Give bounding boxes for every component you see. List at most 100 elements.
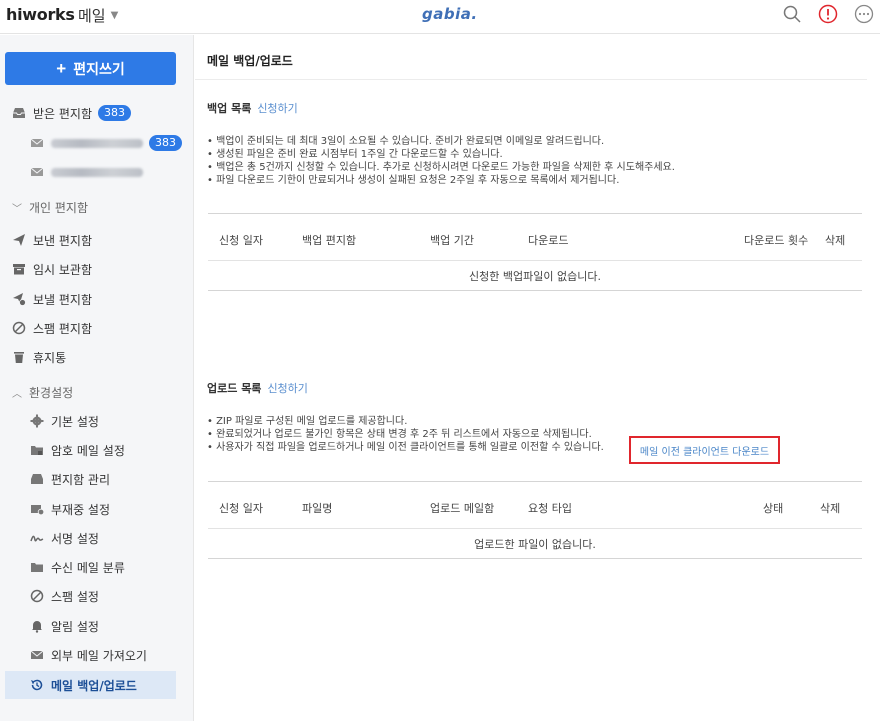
sidebar-item-import-external[interactable]: 외부 메일 가져오기 [0, 641, 190, 669]
settings-label: 수신 메일 분류 [51, 560, 125, 575]
backup-empty-message: 신청한 백업파일이 없습니다. [208, 261, 862, 291]
section-label: 개인 편지함 [29, 200, 89, 215]
mail-app-label: 메일 [78, 7, 106, 25]
sidebar: + 편지쓰기 받은 편지함 383 383 ﹀ 개인 편지함 보낸 편지함 임시… [0, 35, 194, 721]
brand-logo[interactable]: hiworks [6, 5, 75, 24]
backup-request-link[interactable]: 신청하기 [257, 102, 297, 115]
section-personal-mailboxes[interactable]: ﹀ 개인 편지함 [0, 193, 190, 221]
upload-list-heading: 업로드 목록 신청하기 [207, 380, 308, 396]
sidebar-item-basic-settings[interactable]: 기본 설정 [0, 407, 190, 435]
caret-down-icon: ▼ [110, 10, 119, 21]
block-icon [12, 321, 26, 335]
sidebar-item-signature[interactable]: 서명 설정 [0, 524, 190, 552]
more-icon[interactable] [854, 4, 874, 24]
settings-label: 외부 메일 가져오기 [51, 648, 147, 663]
column-header[interactable]: 요청 타입 [528, 500, 572, 516]
top-bar: hiworks 메일 ▼ gabia. [0, 0, 880, 34]
alert-icon[interactable] [818, 4, 838, 24]
inbox-label: 받은 편지함 [33, 106, 93, 121]
backup-notes: 백업이 준비되는 데 최대 3일이 소요될 수 있습니다. 준비가 완료되면 이… [207, 135, 675, 187]
page-title: 메일 백업/업로드 [207, 54, 293, 68]
settings-label: 암호 메일 설정 [51, 443, 125, 458]
backup-note: 생성된 파일은 준비 완료 시점부터 1주일 간 다운로드할 수 있습니다. [207, 148, 675, 161]
main-content: 메일 백업/업로드 백업 목록신청하기 백업이 준비되는 데 최대 3일이 소요… [195, 35, 880, 721]
mailbox-icon [31, 474, 43, 484]
backup-note: 백업이 준비되는 데 최대 3일이 소요될 수 있습니다. 준비가 완료되면 이… [207, 135, 675, 148]
column-header[interactable]: 백업 편지함 [302, 232, 356, 248]
upload-heading-label: 업로드 목록 [207, 382, 262, 395]
upload-note: 사용자가 직접 파일을 업로드하거나 메일 이전 클라이언트를 통해 일괄로 이… [207, 441, 604, 454]
bell-icon [32, 621, 42, 633]
sidebar-item-spam[interactable]: 스팸 편지함 [0, 314, 190, 342]
sidebar-item-backup-upload[interactable]: 메일 백업/업로드 [5, 671, 176, 699]
column-header[interactable]: 상태 [763, 500, 783, 516]
plus-icon: + [56, 58, 67, 78]
sidebar-item-account-2[interactable] [0, 158, 190, 186]
envelope-icon [30, 167, 44, 176]
sidebar-item-away-settings[interactable]: 부재중 설정 [0, 495, 190, 523]
upload-note: ZIP 파일로 구성된 메일 업로드를 제공합니다. [207, 415, 604, 428]
sidebar-item-account-1[interactable]: 383 [0, 129, 190, 157]
upload-table: 신청 일자 파일명 업로드 메일함 요청 타입 상태 삭제 업로드한 파일이 없… [208, 481, 862, 559]
column-header[interactable]: 삭제 [825, 232, 845, 248]
inbox-icon [13, 108, 25, 118]
gabia-logo: gabia. [422, 5, 478, 23]
sidebar-item-drafts[interactable]: 임시 보관함 [0, 255, 190, 283]
history-icon [31, 679, 43, 691]
backup-list-heading: 백업 목록 신청하기 [207, 100, 298, 116]
column-header[interactable]: 백업 기간 [430, 232, 474, 248]
sidebar-item-trash[interactable]: 휴지통 [0, 343, 190, 371]
upload-note: 완료되었거나 업로드 불가인 항목은 상태 변경 후 2주 뒤 리스트에서 자동… [207, 428, 604, 441]
block-icon [30, 589, 44, 603]
folder-label: 보낸 편지함 [33, 233, 93, 248]
sidebar-item-inbox[interactable]: 받은 편지함 383 [0, 99, 190, 127]
folder-label: 보낼 편지함 [33, 292, 93, 307]
upload-request-link[interactable]: 신청하기 [267, 382, 307, 395]
backup-table-header: 신청 일자 백업 편지함 백업 기간 다운로드 다운로드 횟수 삭제 [208, 213, 862, 261]
sidebar-item-spam-settings[interactable]: 스팸 설정 [0, 582, 190, 610]
backup-heading-label: 백업 목록 [207, 102, 252, 115]
sidebar-item-mailbox-management[interactable]: 편지함 관리 [0, 465, 190, 493]
scheduled-send-icon [13, 293, 26, 306]
compose-button[interactable]: + 편지쓰기 [5, 52, 176, 85]
folder-label: 스팸 편지함 [33, 321, 93, 336]
column-header[interactable]: 업로드 메일함 [430, 500, 494, 516]
column-header[interactable]: 신청 일자 [219, 232, 263, 248]
migration-client-download-link[interactable]: 메일 이전 클라이언트 다운로드 [629, 436, 780, 464]
settings-label: 부재중 설정 [51, 502, 111, 517]
paper-plane-icon [13, 234, 25, 246]
sidebar-item-mail-filter[interactable]: 수신 메일 분류 [0, 553, 190, 581]
column-header[interactable]: 파일명 [302, 500, 332, 516]
envelope-icon [30, 138, 44, 147]
upload-notes: ZIP 파일로 구성된 메일 업로드를 제공합니다. 완료되었거나 업로드 불가… [207, 415, 604, 454]
gear-icon [30, 414, 44, 428]
archive-box-icon [13, 264, 25, 275]
sidebar-item-outbox[interactable]: 보낼 편지함 [0, 285, 190, 313]
account-address-redacted [51, 167, 143, 177]
signature-icon [30, 535, 44, 542]
upload-empty-message: 업로드한 파일이 없습니다. [208, 529, 862, 559]
mail-app-menu[interactable]: 메일 ▼ [78, 5, 118, 26]
settings-label: 서명 설정 [51, 531, 99, 546]
section-settings[interactable]: ︿ 환경설정 [0, 378, 190, 406]
sidebar-item-secure-mail[interactable]: 암호 메일 설정 [0, 436, 190, 464]
column-header[interactable]: 신청 일자 [219, 500, 263, 516]
inbox-count-badge: 383 [98, 105, 132, 121]
chevron-up-icon: ︿ [12, 388, 22, 400]
settings-label: 기본 설정 [51, 414, 99, 429]
column-header[interactable]: 삭제 [820, 500, 840, 516]
locked-folder-icon [31, 446, 43, 455]
column-header[interactable]: 다운로드 [528, 232, 568, 248]
backup-note: 백업은 총 5건까지 신청할 수 있습니다. 추가로 신청하시려면 다운로드 가… [207, 161, 675, 174]
account-address-redacted [51, 138, 143, 148]
compose-label: 편지쓰기 [73, 60, 125, 77]
settings-label: 메일 백업/업로드 [51, 678, 137, 693]
sidebar-item-sent[interactable]: 보낸 편지함 [0, 226, 190, 254]
account-count-badge: 383 [149, 135, 182, 151]
column-header[interactable]: 다운로드 횟수 [744, 232, 808, 248]
section-label: 환경설정 [29, 385, 74, 400]
folder-label: 휴지통 [33, 350, 67, 365]
search-icon[interactable] [782, 4, 802, 24]
folder-label: 임시 보관함 [33, 262, 93, 277]
sidebar-item-notifications[interactable]: 알림 설정 [0, 612, 190, 640]
